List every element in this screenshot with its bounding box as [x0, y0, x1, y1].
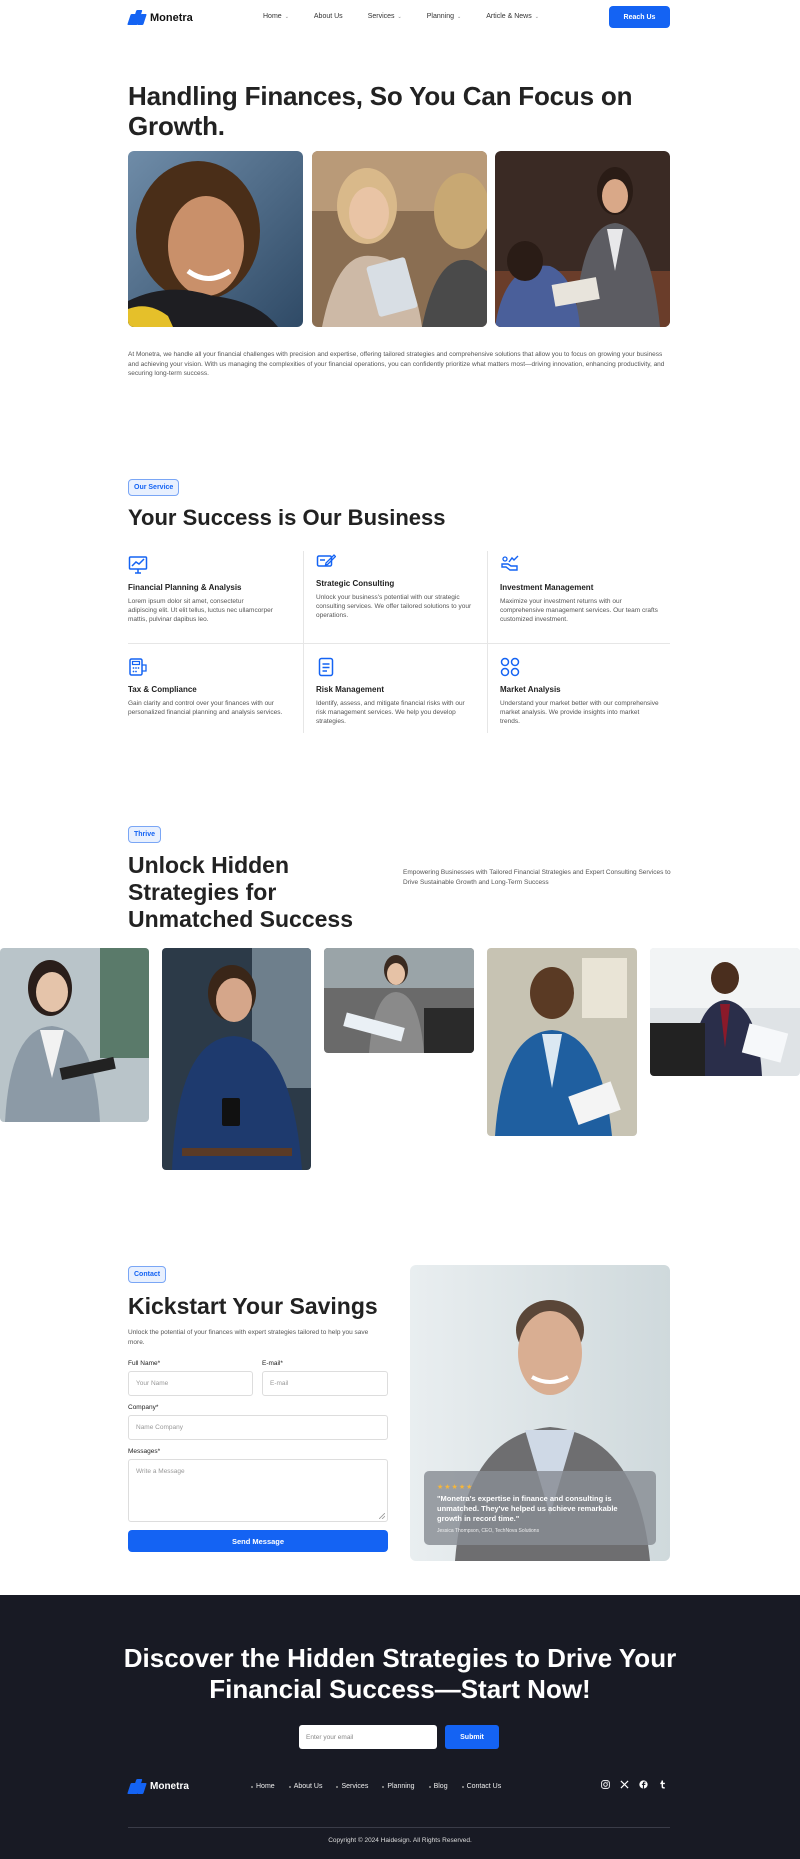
company-input[interactable]: Name Company: [128, 1415, 388, 1440]
pen-card-icon: [316, 554, 336, 567]
facebook-icon[interactable]: [639, 1780, 648, 1789]
footer-link-planning[interactable]: Planning: [382, 1783, 415, 1790]
gallery-image-man-document: [487, 948, 637, 1136]
service-desc: Identify, assess, and mitigate financial…: [316, 700, 465, 726]
testimonial-quote: "Monetra's expertise in finance and cons…: [437, 1494, 618, 1523]
footer-brand-name: Monetra: [150, 1781, 189, 1792]
contact-title: Kickstart Your Savings: [128, 1293, 378, 1319]
gallery-image-man-laptop: [650, 948, 800, 1076]
document-icon: [318, 657, 334, 677]
newsletter-submit-button[interactable]: Submit: [445, 1725, 499, 1749]
footer-link-home[interactable]: Home: [251, 1783, 275, 1790]
service-desc: Lorem ipsum dolor sit amet, consectetur …: [128, 598, 273, 624]
testimonial-author: Jessica Thompson, CEO, TechNova Solution…: [437, 1528, 540, 1534]
footer-logo[interactable]: Monetra: [127, 1779, 189, 1794]
send-message-button[interactable]: Send Message: [128, 1530, 388, 1552]
nav-planning[interactable]: Planning ⌄: [427, 13, 461, 20]
messages-label: Messages*: [128, 1448, 161, 1455]
services-title: Your Success is Our Business: [128, 505, 446, 530]
nav-links: Home ⌄ About Us Services ⌄ Planning ⌄ Artic…: [263, 13, 564, 20]
nav-services[interactable]: Services ⌄: [368, 13, 402, 20]
testimonial-card: ★★★★★ "Monetra's expertise in finance an…: [424, 1471, 656, 1545]
grid-divider: [487, 551, 488, 733]
logo-mark-icon: [127, 1779, 147, 1794]
nav-about[interactable]: About Us: [314, 13, 343, 20]
service-title: Tax & Compliance: [128, 685, 197, 694]
nav-home[interactable]: Home ⌄: [263, 13, 289, 20]
full-name-input[interactable]: Your Name: [128, 1371, 253, 1396]
gallery-image-woman-desk: [324, 948, 474, 1053]
contact-badge: Contact: [128, 1266, 167, 1283]
footer: Discover the Hidden Strategies to Drive …: [0, 1595, 800, 1859]
service-card[interactable]: Risk Management Identify, assess, and mi…: [316, 657, 476, 727]
thrive-title: Unlock Hidden Strategies for Unmatched S…: [128, 852, 353, 932]
service-desc: Unlock your business's potential with ou…: [316, 594, 472, 620]
chevron-down-icon: ⌄: [534, 13, 539, 20]
service-badge: Our Service: [128, 479, 180, 496]
service-desc: Maximize your investment returns with ou…: [500, 598, 658, 624]
message-placeholder: Write a Message: [136, 1468, 185, 1475]
service-card[interactable]: Market Analysis Understand your market b…: [500, 657, 660, 727]
thrive-badge: Thrive: [128, 826, 162, 843]
footer-divider: [128, 1827, 670, 1828]
brand-logo[interactable]: Monetra: [127, 10, 193, 25]
email-input[interactable]: E-mail: [262, 1371, 388, 1396]
thrive-description: Empowering Businesses with Tailored Fina…: [403, 869, 671, 886]
cta-title: Discover the Hidden Strategies to Drive …: [123, 1643, 677, 1704]
chart-presentation-icon: [128, 556, 148, 574]
chevron-down-icon: ⌄: [397, 13, 402, 20]
service-card[interactable]: Strategic Consulting Unlock your busines…: [316, 551, 476, 621]
service-title: Market Analysis: [500, 685, 561, 694]
email-label: E-mail*: [262, 1360, 283, 1367]
gallery-image-woman-tablet: [0, 948, 149, 1122]
hero-image-woman-smiling: [128, 151, 303, 327]
hero-title: Handling Finances, So You Can Focus on G…: [128, 81, 633, 141]
chevron-down-icon: ⌄: [284, 13, 289, 20]
nav-articles[interactable]: Article & News ⌄: [486, 13, 539, 20]
reach-us-button[interactable]: Reach Us: [609, 6, 670, 28]
message-textarea[interactable]: Write a Message: [128, 1459, 388, 1522]
grid-divider: [128, 643, 670, 644]
service-title: Strategic Consulting: [316, 579, 395, 588]
brand-name: Monetra: [150, 11, 193, 24]
rating-stars-icon: ★★★★★: [437, 1484, 474, 1491]
company-label: Company*: [128, 1404, 159, 1411]
service-desc: Gain clarity and control over your finan…: [128, 700, 283, 717]
chevron-down-icon: ⌄: [456, 13, 462, 20]
tumblr-icon[interactable]: [658, 1780, 667, 1789]
contact-subtitle: Unlock the potential of your finances wi…: [128, 1329, 369, 1346]
service-title: Investment Management: [500, 583, 594, 592]
hero-image-handshake: [495, 151, 670, 327]
service-card[interactable]: Financial Planning & Analysis Lorem ipsu…: [128, 555, 273, 625]
hero-image-women-meeting: [312, 151, 487, 327]
grid-divider: [303, 551, 304, 733]
service-desc: Understand your market better with our c…: [500, 700, 659, 726]
service-title: Financial Planning & Analysis: [128, 583, 242, 592]
top-nav: Monetra Home ⌄ About Us Services ⌄ Plannin…: [0, 0, 800, 36]
social-links: [601, 1780, 667, 1789]
footer-link-blog[interactable]: Blog: [428, 1783, 448, 1790]
footer-link-contact[interactable]: Contact Us: [461, 1783, 501, 1790]
grid-circles-icon: [500, 657, 520, 677]
instagram-icon[interactable]: [601, 1780, 610, 1789]
copyright: Copyright © 2024 Haidesign. All Rights R…: [328, 1837, 472, 1844]
calculator-icon: [129, 658, 147, 676]
full-name-label: Full Name*: [128, 1360, 161, 1367]
x-icon[interactable]: [620, 1780, 629, 1789]
footer-link-services[interactable]: Services: [336, 1783, 368, 1790]
service-title: Risk Management: [316, 685, 385, 694]
hero-description: At Monetra, we handle all your financial…: [128, 351, 665, 377]
resize-handle-icon[interactable]: [379, 1513, 385, 1519]
hand-growth-icon: [501, 555, 519, 571]
service-card[interactable]: Tax & Compliance Gain clarity and contro…: [128, 657, 288, 717]
newsletter-email-input[interactable]: Enter your email: [299, 1725, 437, 1749]
service-card[interactable]: Investment Management Maximize your inve…: [500, 555, 660, 625]
logo-mark-icon: [127, 10, 147, 25]
gallery-image-man-phone: [162, 948, 311, 1170]
footer-links: Home About Us Services Planning Blog Con…: [251, 1783, 515, 1790]
footer-link-about[interactable]: About Us: [288, 1783, 322, 1790]
